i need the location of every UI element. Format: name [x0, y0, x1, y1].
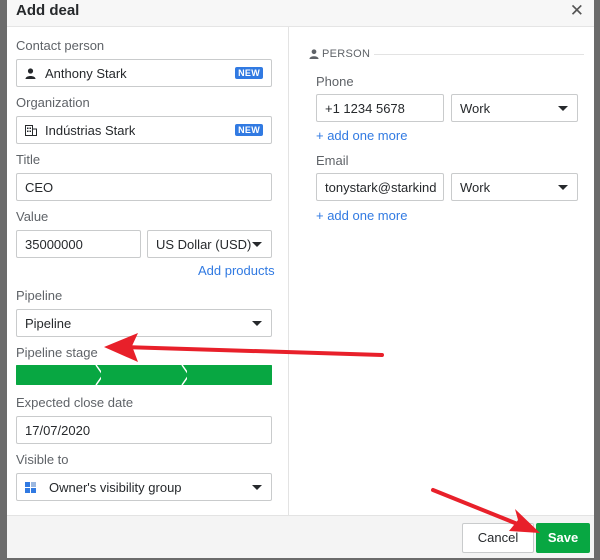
title-label: Title — [16, 152, 41, 167]
email-label: Email — [316, 153, 349, 168]
chevron-down-icon — [558, 106, 568, 111]
contact-person-value: Anthony Stark — [45, 66, 127, 81]
organization-label: Organization — [16, 95, 90, 110]
pipeline-stage-segment[interactable] — [16, 365, 105, 385]
contact-person-label: Contact person — [16, 38, 105, 53]
pipeline-stage-segment[interactable] — [101, 365, 190, 385]
email-type-value: Work — [460, 180, 491, 195]
add-deal-dialog: Add deal ✕ Contact person Anthony Stark … — [7, 0, 594, 558]
currency-value: US Dollar (USD) — [156, 237, 252, 252]
email-type-select[interactable]: Work — [451, 173, 578, 201]
pipeline-select[interactable]: Pipeline — [16, 309, 272, 337]
visibility-group-icon — [25, 482, 36, 493]
pipeline-stage-bar — [16, 365, 272, 385]
add-phone-link[interactable]: + add one more — [316, 128, 407, 143]
add-email-link[interactable]: + add one more — [316, 208, 407, 223]
email-input[interactable]: tonystark@starkind — [316, 173, 444, 201]
title-input[interactable]: CEO — [16, 173, 272, 201]
window-frame-right — [594, 0, 600, 560]
visible-to-label: Visible to — [16, 452, 69, 467]
dialog-title: Add deal — [16, 2, 80, 19]
phone-input[interactable]: +1 1234 5678 — [316, 94, 444, 122]
person-icon — [309, 49, 319, 59]
person-icon — [25, 68, 36, 79]
organization-field[interactable]: Indústrias Stark NEW — [16, 116, 272, 144]
dialog-body: Contact person Anthony Stark NEW Organiz… — [7, 27, 594, 515]
add-products-link[interactable]: Add products — [198, 263, 275, 278]
contact-person-field[interactable]: Anthony Stark NEW — [16, 59, 272, 87]
expected-close-date-label: Expected close date — [16, 395, 134, 410]
person-column: PERSON Phone +1 1234 5678 Work + add one… — [289, 27, 594, 515]
phone-label: Phone — [316, 74, 354, 89]
organization-value: Indústrias Stark — [45, 123, 136, 138]
dialog-header: Add deal ✕ — [7, 0, 594, 27]
person-section-heading: PERSON — [322, 48, 371, 60]
new-badge: NEW — [235, 67, 263, 79]
dialog-footer: Cancel Save — [7, 515, 594, 558]
value-amount: 35000000 — [25, 237, 83, 252]
pipeline-stage-label: Pipeline stage — [16, 345, 98, 360]
visible-to-select[interactable]: Owner's visibility group — [16, 473, 272, 501]
close-icon[interactable]: ✕ — [570, 1, 584, 21]
window-frame-left — [0, 0, 7, 560]
value-input[interactable]: 35000000 — [16, 230, 141, 258]
pipeline-stage-segment[interactable] — [186, 365, 272, 385]
chevron-down-icon — [252, 242, 262, 247]
building-icon — [25, 125, 37, 136]
pipeline-value: Pipeline — [25, 316, 72, 331]
chevron-down-icon — [558, 185, 568, 190]
email-value: tonystark@starkind — [325, 180, 437, 195]
cancel-button[interactable]: Cancel — [462, 523, 534, 553]
phone-value: +1 1234 5678 — [325, 101, 405, 116]
save-button[interactable]: Save — [536, 523, 590, 553]
expected-close-date-value: 17/07/2020 — [25, 423, 91, 438]
expected-close-date-input[interactable]: 17/07/2020 — [16, 416, 272, 444]
visible-to-value: Owner's visibility group — [49, 480, 182, 495]
chevron-down-icon — [252, 321, 262, 326]
pipeline-label: Pipeline — [16, 288, 63, 303]
chevron-down-icon — [252, 485, 262, 490]
title-value: CEO — [25, 180, 54, 195]
value-label: Value — [16, 209, 49, 224]
new-badge: NEW — [235, 124, 263, 136]
phone-type-select[interactable]: Work — [451, 94, 578, 122]
section-divider — [374, 54, 584, 55]
currency-select[interactable]: US Dollar (USD) — [147, 230, 272, 258]
phone-type-value: Work — [460, 101, 491, 116]
deal-details-column: Contact person Anthony Stark NEW Organiz… — [7, 27, 289, 515]
